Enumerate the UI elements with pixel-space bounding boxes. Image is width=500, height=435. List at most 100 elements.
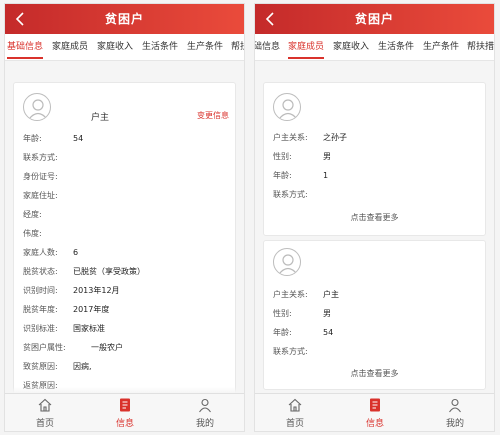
field-value: 54: [73, 134, 84, 143]
field-label: 联系方式:: [273, 347, 308, 356]
field-label: 贫困户属性:: [23, 343, 66, 352]
nav-home-label: 首页: [35, 419, 54, 429]
field-label: 脱贫状态:: [23, 267, 58, 276]
field-row: 经度:: [23, 207, 229, 223]
field-label: 身份证号:: [23, 172, 58, 181]
field-label: 致贫原因:: [23, 362, 58, 371]
tab-production-conditions[interactable]: 生产条件: [187, 34, 223, 60]
field-label: 经度:: [23, 210, 42, 219]
field-row: 家庭人数: 6: [23, 245, 229, 261]
info-icon: [120, 398, 130, 412]
tab-family-income[interactable]: 家庭收入: [97, 34, 133, 60]
nav-home[interactable]: 首页: [5, 394, 85, 431]
nav-info-label: 信息: [365, 419, 384, 429]
field-value: 户主: [323, 290, 339, 299]
nav-info[interactable]: 信息: [85, 394, 165, 431]
field-label: 识别时间:: [23, 286, 58, 295]
home-icon: [288, 398, 302, 412]
field-row: 识别时间: 2013年12月: [23, 283, 229, 299]
nav-home-label: 首页: [285, 419, 304, 429]
tab-production-conditions[interactable]: 生产条件: [423, 34, 459, 60]
field-label: 性别:: [273, 309, 292, 318]
field-value: 54: [323, 328, 334, 337]
page-title: 贫困户: [104, 12, 144, 26]
field-row: 年龄: 1: [273, 168, 479, 184]
field-row: 身份证号:: [23, 169, 229, 185]
field-row: 联系方式:: [273, 344, 479, 360]
field-row: 性别: 男: [273, 149, 479, 165]
field-label: 家庭人数:: [23, 248, 58, 257]
page-title: 贫困户: [354, 12, 394, 26]
field-value: 一般农户: [91, 343, 123, 352]
field-row: 户主关系: 户主: [273, 287, 479, 303]
tab-assistance-measures[interactable]: 帮扶措: [467, 34, 494, 60]
household-role: 户主: [91, 113, 110, 123]
nav-mine-label: 我的: [195, 419, 214, 429]
field-row: 年龄: 54: [273, 325, 479, 341]
view-more-link[interactable]: 点击查看更多: [264, 368, 485, 379]
tab-bar: 础信息 家庭成员 家庭收入 生活条件 生产条件 帮扶措: [255, 34, 494, 61]
nav-mine[interactable]: 我的: [415, 394, 494, 431]
nav-home[interactable]: 首页: [255, 394, 335, 431]
avatar: [23, 93, 51, 121]
member-card: 户主关系: 户主 性别: 男 年龄: 54 联系方式: 点击查看更多: [263, 240, 486, 390]
field-value: 国家标准: [73, 324, 105, 333]
tab-living-conditions[interactable]: 生活条件: [378, 34, 414, 60]
field-label: 伟度:: [23, 229, 42, 238]
field-label: 性别:: [273, 152, 292, 161]
field-label: 户主关系:: [273, 133, 308, 142]
user-icon: [199, 398, 211, 413]
member-card: 户主关系: 之孙子 性别: 男 年龄: 1 联系方式: 点击查看更多: [263, 82, 486, 236]
tab-family-members[interactable]: 家庭成员: [288, 34, 325, 60]
nav-mine-label: 我的: [445, 419, 464, 429]
screen-basic-info: 贫困户 基础信息 家庭成员 家庭收入 生活条件 生产条件 帮扶 户主 变更信息 …: [4, 3, 245, 432]
tab-basic-info[interactable]: 基础信息: [7, 34, 44, 60]
field-label: 户主关系:: [273, 290, 308, 299]
content-scroll[interactable]: 户主 变更信息 年龄: 54 联系方式: 身份证号: 家庭住址: 经度: 伟度: …: [5, 62, 244, 393]
field-row: 家庭住址:: [23, 188, 229, 204]
nav-info[interactable]: 信息: [335, 394, 415, 431]
nav-info-label: 信息: [115, 419, 134, 429]
field-row: 识别标准: 国家标准: [23, 321, 229, 337]
home-icon: [38, 398, 52, 412]
field-value: 2017年度: [73, 305, 110, 314]
field-row: 贫困户属性: 一般农户: [23, 340, 229, 356]
field-label: 联系方式:: [273, 190, 308, 199]
field-row: 性别: 男: [273, 306, 479, 322]
header: 贫困户: [5, 4, 244, 34]
view-more-link[interactable]: 点击查看更多: [264, 212, 485, 223]
avatar: [273, 248, 301, 276]
avatar: [273, 93, 301, 121]
field-label: 脱贫年度:: [23, 305, 58, 314]
info-icon: [370, 398, 380, 412]
tab-family-income[interactable]: 家庭收入: [333, 34, 369, 60]
field-label: 年龄:: [23, 134, 42, 143]
field-value: 男: [323, 152, 331, 161]
avatar-person-icon: [28, 99, 48, 120]
nav-mine[interactable]: 我的: [165, 394, 244, 431]
bottom-nav: 首页 信息 我的: [255, 393, 494, 431]
avatar-person-icon: [278, 254, 298, 275]
field-row: 脱贫年度: 2017年度: [23, 302, 229, 318]
field-value: 已脱贫（享受政策）: [73, 267, 145, 276]
field-label: 识别标准:: [23, 324, 58, 333]
change-info-button[interactable]: 变更信息: [197, 110, 229, 121]
field-label: 年龄:: [273, 171, 292, 180]
header: 贫困户: [255, 4, 494, 34]
field-row: 脱贫状态: 已脱贫（享受政策）: [23, 264, 229, 280]
tab-basic-info[interactable]: 础信息: [255, 34, 280, 60]
content-scroll[interactable]: 户主关系: 之孙子 性别: 男 年龄: 1 联系方式: 点击查看更多 户主关系: 户主 …: [255, 62, 494, 393]
field-value: 2013年12月: [73, 286, 120, 295]
field-row: 致贫原因: 因病,: [23, 359, 229, 375]
tab-family-members[interactable]: 家庭成员: [52, 34, 88, 60]
field-value: 男: [323, 309, 331, 318]
field-label: 联系方式:: [23, 153, 58, 162]
field-row: 联系方式:: [23, 150, 229, 166]
field-row: 伟度:: [23, 226, 229, 242]
field-value: 1: [323, 171, 329, 180]
tab-living-conditions[interactable]: 生活条件: [142, 34, 178, 60]
field-label: 年龄:: [273, 328, 292, 337]
field-row: 年龄: 54: [23, 131, 229, 147]
tab-assistance[interactable]: 帮扶: [231, 34, 244, 60]
field-row: 联系方式:: [273, 187, 479, 203]
